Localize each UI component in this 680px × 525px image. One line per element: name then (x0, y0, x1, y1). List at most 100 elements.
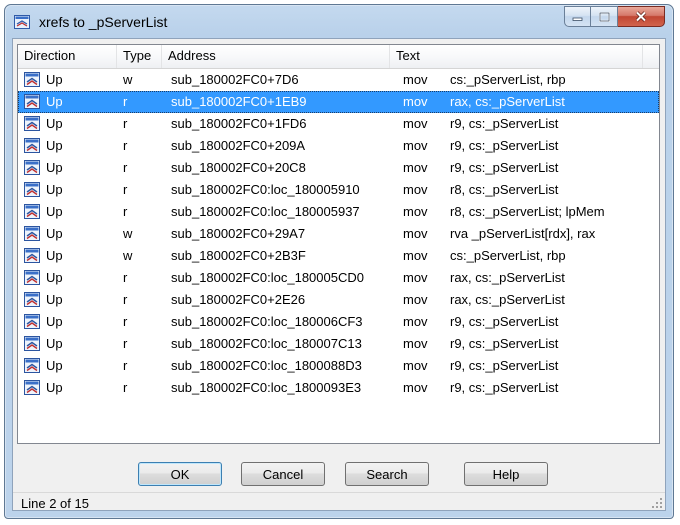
address-cell: sub_180002FC0+2E26 (171, 292, 306, 307)
address-cell: sub_180002FC0:loc_180005CD0 (171, 270, 364, 285)
type-cell: r (123, 336, 128, 351)
ok-button[interactable]: OK (138, 462, 222, 486)
address-cell: sub_180002FC0+209A (171, 138, 306, 153)
cancel-button[interactable]: Cancel (241, 462, 325, 486)
direction-cell: Up (46, 336, 63, 351)
type-cell: r (123, 160, 128, 175)
search-button[interactable]: Search (345, 462, 429, 486)
table-row[interactable]: Up r sub_180002FC0+209A mov r9, cs:_pServerL… (18, 135, 659, 157)
address-cell: sub_180002FC0+2B3F (171, 248, 306, 263)
address-cell: sub_180002FC0:loc_180007C13 (171, 336, 362, 351)
mnemonic-cell: mov (403, 204, 428, 219)
direction-cell: Up (46, 204, 63, 219)
minimize-button[interactable] (564, 6, 591, 27)
close-button[interactable] (618, 6, 665, 27)
xref-icon (24, 160, 40, 175)
table-row[interactable]: Up r sub_180002FC0:loc_1800088D3 mov r9, cs:… (18, 355, 659, 377)
operands-cell: r9, cs:_pServerList (450, 336, 559, 351)
operands-cell: rax, cs:_pServerList (450, 292, 565, 307)
xref-icon (24, 226, 40, 241)
mnemonic-cell: mov (403, 94, 428, 109)
type-cell: r (123, 380, 128, 395)
mnemonic-cell: mov (403, 248, 428, 263)
operands-cell: cs:_pServerList, rbp (450, 72, 566, 87)
operands-cell: r9, cs:_pServerList (450, 160, 559, 175)
maximize-icon (598, 11, 610, 22)
direction-cell: Up (46, 116, 63, 131)
column-header-direction[interactable]: Direction (18, 45, 117, 68)
type-cell: r (123, 292, 128, 307)
resize-grip-icon[interactable] (651, 497, 663, 509)
column-header-text[interactable]: Text (390, 45, 643, 68)
direction-cell: Up (46, 138, 63, 153)
mnemonic-cell: mov (403, 138, 428, 153)
table-row[interactable]: Up r sub_180002FC0:loc_180005937 mov r8, cs:… (18, 201, 659, 223)
address-cell: sub_180002FC0:loc_180005937 (171, 204, 360, 219)
direction-cell: Up (46, 94, 63, 109)
xref-icon (24, 358, 40, 373)
status-bar: Line 2 of 15 (13, 492, 665, 511)
type-cell: w (123, 226, 133, 241)
operands-cell: rax, cs:_pServerList (450, 94, 565, 109)
xref-icon (24, 94, 40, 109)
table-row[interactable]: Up w sub_180002FC0+7D6 mov cs:_pServerList, … (18, 69, 659, 91)
address-cell: sub_180002FC0:loc_180005910 (171, 182, 360, 197)
operands-cell: r8, cs:_pServerList; lpMem (450, 204, 605, 219)
table-row[interactable]: Up r sub_180002FC0:loc_180005910 mov r8, cs:… (18, 179, 659, 201)
mnemonic-cell: mov (403, 226, 428, 241)
table-row[interactable]: Up r sub_180002FC0:loc_180005CD0 mov rax, cs… (18, 267, 659, 289)
table-row[interactable]: Up r sub_180002FC0:loc_1800093E3 mov r9, cs:… (18, 377, 659, 399)
table-row[interactable]: Up w sub_180002FC0+2B3F mov cs:_pServerList,… (18, 245, 659, 267)
operands-cell: r9, cs:_pServerList (450, 314, 559, 329)
mnemonic-cell: mov (403, 160, 428, 175)
table-row[interactable]: Up w sub_180002FC0+29A7 mov rva _pServerList… (18, 223, 659, 245)
mnemonic-cell: mov (403, 72, 428, 87)
direction-cell: Up (46, 270, 63, 285)
direction-cell: Up (46, 160, 63, 175)
column-header-type[interactable]: Type (117, 45, 162, 68)
xref-list[interactable]: Direction Type Address Text Up w sub_18000… (17, 44, 660, 444)
type-cell: r (123, 116, 128, 131)
table-row[interactable]: Up r sub_180002FC0+1EB9 mov rax, cs:_pServer… (18, 91, 659, 113)
dialog-body: Direction Type Address Text Up w sub_18000… (12, 38, 666, 511)
operands-cell: r9, cs:_pServerList (450, 138, 559, 153)
column-header-address[interactable]: Address (162, 45, 390, 68)
table-row[interactable]: Up r sub_180002FC0+1FD6 mov r9, cs:_pServerL… (18, 113, 659, 135)
xref-app-icon (14, 15, 30, 29)
xref-rows: Up w sub_180002FC0+7D6 mov cs:_pServerList, … (18, 69, 659, 399)
operands-cell: r8, cs:_pServerList (450, 182, 559, 197)
xrefs-window: xrefs to _pServerList Direction Type Add… (4, 4, 674, 519)
address-cell: sub_180002FC0+29A7 (171, 226, 306, 241)
address-cell: sub_180002FC0:loc_180006CF3 (171, 314, 363, 329)
table-row[interactable]: Up r sub_180002FC0+20C8 mov r9, cs:_pServerL… (18, 157, 659, 179)
type-cell: r (123, 204, 128, 219)
table-row[interactable]: Up r sub_180002FC0:loc_180007C13 mov r9, cs:… (18, 333, 659, 355)
direction-cell: Up (46, 380, 63, 395)
xref-icon (24, 116, 40, 131)
direction-cell: Up (46, 226, 63, 241)
type-cell: w (123, 72, 133, 87)
table-row[interactable]: Up r sub_180002FC0:loc_180006CF3 mov r9, cs:… (18, 311, 659, 333)
help-button[interactable]: Help (464, 462, 548, 486)
table-row[interactable]: Up r sub_180002FC0+2E26 mov rax, cs:_pServer… (18, 289, 659, 311)
close-icon (635, 11, 647, 22)
maximize-button[interactable] (591, 6, 618, 27)
caption-buttons (564, 6, 665, 28)
xref-icon (24, 380, 40, 395)
mnemonic-cell: mov (403, 116, 428, 131)
type-cell: r (123, 138, 128, 153)
xref-icon (24, 138, 40, 153)
address-cell: sub_180002FC0+1FD6 (171, 116, 307, 131)
xref-icon (24, 314, 40, 329)
xref-icon (24, 336, 40, 351)
mnemonic-cell: mov (403, 270, 428, 285)
title-bar[interactable]: xrefs to _pServerList (5, 5, 673, 39)
operands-cell: rva _pServerList[rdx], rax (450, 226, 596, 241)
window-title: xrefs to _pServerList (39, 14, 168, 30)
operands-cell: r9, cs:_pServerList (450, 358, 559, 373)
address-cell: sub_180002FC0+1EB9 (171, 94, 307, 109)
direction-cell: Up (46, 72, 63, 87)
type-cell: r (123, 94, 128, 109)
mnemonic-cell: mov (403, 380, 428, 395)
operands-cell: rax, cs:_pServerList (450, 270, 565, 285)
